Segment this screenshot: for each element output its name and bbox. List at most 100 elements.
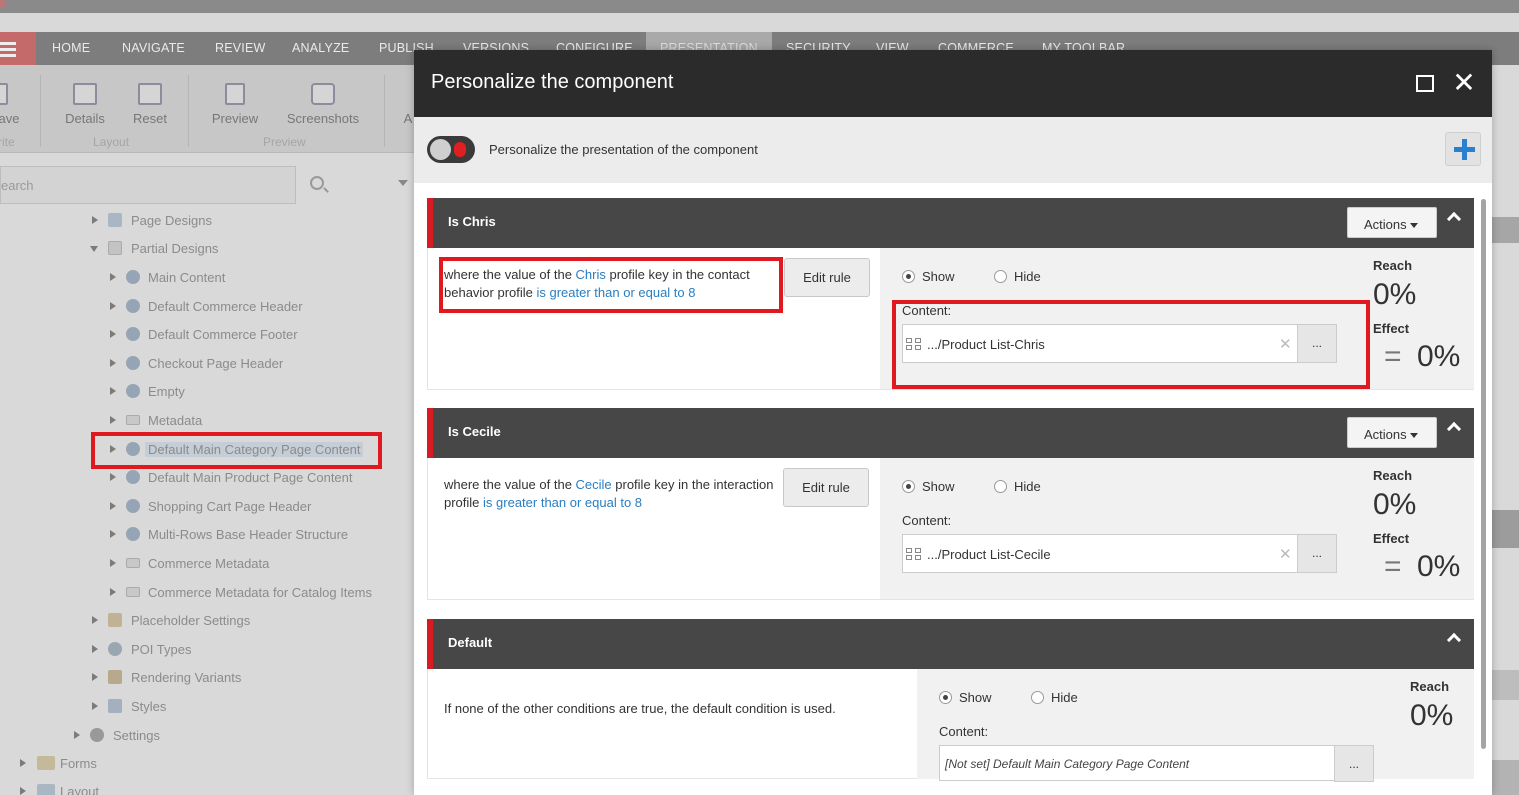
content-value: [Not set] Default Main Category Page Con… (945, 757, 1190, 771)
camera-icon (311, 83, 335, 105)
details-button[interactable]: Details (62, 83, 108, 126)
globe-icon (108, 642, 122, 656)
reach-value: 0% (1410, 699, 1454, 732)
rule-is-cecile: Is Cecile Actions where the value of the… (427, 408, 1474, 600)
tab-home[interactable]: HOME (52, 41, 90, 55)
toggle-label: Personalize the presentation of the comp… (489, 142, 758, 157)
reset-icon (138, 83, 162, 105)
rule-header: Is Cecile Actions (427, 408, 1474, 458)
collapse-icon[interactable] (1447, 420, 1461, 434)
rule-description: where the value of the Cecile profile ke… (444, 477, 774, 510)
caret-down-icon (1409, 433, 1418, 439)
highlight-box (439, 257, 783, 313)
personalize-toggle-bar: Personalize the presentation of the comp… (414, 117, 1492, 183)
content-label: Content: (939, 724, 989, 739)
menu-icon[interactable] (0, 32, 36, 65)
rule-body: where the value of the Cecile profile ke… (427, 458, 1474, 600)
top-bar (0, 0, 1519, 13)
personalize-dialog: Personalize the component ✕ Personalize … (414, 50, 1492, 795)
profile-key-link[interactable]: Cecile (576, 477, 612, 492)
metadata-icon (126, 587, 140, 597)
rules-list: Is Chris Actions where the value of the … (414, 183, 1492, 795)
rule-title: Default (448, 635, 493, 650)
placeholder-settings-icon (108, 613, 122, 627)
clear-icon[interactable]: ✕ (1279, 545, 1292, 563)
close-icon[interactable]: ✕ (1452, 69, 1476, 97)
save-button[interactable]: ave (0, 83, 24, 126)
edit-rule-button[interactable]: Edit rule (783, 468, 869, 507)
browse-button[interactable]: ... (1297, 534, 1337, 573)
add-condition-button[interactable] (1445, 132, 1481, 166)
rule-header: Default (427, 619, 1474, 669)
rule-action-panel: Show Hide Content: [Not set] Default Mai… (917, 669, 1474, 782)
reach-label: Reach (1373, 468, 1413, 483)
rule-title: Is Cecile (448, 424, 501, 439)
puzzle-icon (126, 356, 140, 370)
rule-condition: where the value of the Cecile profile ke… (428, 458, 880, 599)
group-label-write: rite (0, 135, 15, 149)
collapse-icon[interactable] (1447, 631, 1461, 645)
search-input[interactable]: earch (0, 166, 296, 204)
ribbon-toolbar: ave Details Reset Preview Screenshots A … (0, 65, 414, 153)
tab-analyze[interactable]: ANALYZE (292, 41, 349, 55)
page-design-icon (108, 213, 122, 227)
content-field[interactable]: .../Product List-Cecile ✕ ... (902, 534, 1337, 573)
tab-navigate[interactable]: NAVIGATE (122, 41, 185, 55)
tab-review[interactable]: REVIEW (215, 41, 266, 55)
rule-header: Is Chris Actions (427, 198, 1474, 248)
edit-rule-button[interactable]: Edit rule (784, 258, 870, 297)
personalize-toggle[interactable] (427, 136, 475, 163)
reach-value: 0% (1373, 278, 1417, 311)
content-label: Content: (902, 513, 952, 528)
screenshots-button[interactable]: Screenshots (284, 83, 362, 126)
content-tree: Page Designs Partial Designs Main Conten… (0, 206, 414, 795)
styles-icon (108, 699, 122, 713)
chevron-down-icon[interactable] (398, 180, 408, 186)
effect-label: Effect (1373, 531, 1410, 546)
operator-link[interactable]: is greater than or equal to 8 (483, 495, 642, 510)
actions-button[interactable]: Actions (1347, 207, 1437, 238)
effect-label: Effect (1373, 321, 1410, 336)
separator (40, 75, 41, 147)
reach-value: 0% (1373, 488, 1417, 521)
reach-label: Reach (1373, 258, 1413, 273)
puzzle-icon (126, 299, 140, 313)
preview-icon (225, 83, 245, 105)
equals-icon: = (1384, 340, 1402, 373)
actions-button[interactable]: Actions (1347, 417, 1437, 448)
metadata-icon (126, 415, 140, 425)
scrollbar[interactable] (1481, 199, 1486, 749)
metadata-icon (126, 558, 140, 568)
collapse-icon[interactable] (1447, 210, 1461, 224)
group-label-layout: Layout (93, 135, 130, 149)
save-icon (0, 83, 8, 105)
gear-icon (90, 728, 104, 742)
preview-button[interactable]: Preview (209, 83, 261, 126)
rule-body: If none of the other conditions are true… (427, 669, 1474, 782)
content-field[interactable]: [Not set] Default Main Category Page Con… (939, 745, 1374, 782)
group-label-preview: Preview (263, 135, 306, 149)
effect-value: 0% (1417, 550, 1461, 583)
rule-default: Default If none of the other conditions … (427, 619, 1474, 795)
search-icon[interactable] (310, 176, 324, 190)
maximize-icon[interactable] (1416, 75, 1434, 92)
separator (384, 75, 385, 147)
logo-icon (0, 0, 6, 8)
browse-button[interactable]: ... (1334, 745, 1374, 782)
puzzle-icon (126, 527, 140, 541)
folder-icon (108, 241, 122, 255)
rendering-icon (906, 548, 922, 560)
search-row: earch (0, 166, 414, 204)
layout-icon (37, 784, 55, 795)
dialog-header: Personalize the component ✕ (414, 50, 1492, 117)
puzzle-icon (126, 327, 140, 341)
reset-button[interactable]: Reset (128, 83, 172, 126)
ribbon-button-partial[interactable]: A (402, 111, 414, 126)
rendering-variants-icon (108, 670, 122, 684)
reach-label: Reach (1410, 679, 1450, 694)
content-value: .../Product List-Cecile (927, 547, 1051, 562)
background-right-strip (1492, 200, 1519, 795)
puzzle-icon (126, 384, 140, 398)
dialog-title: Personalize the component (431, 71, 674, 93)
highlight-box (91, 432, 382, 469)
